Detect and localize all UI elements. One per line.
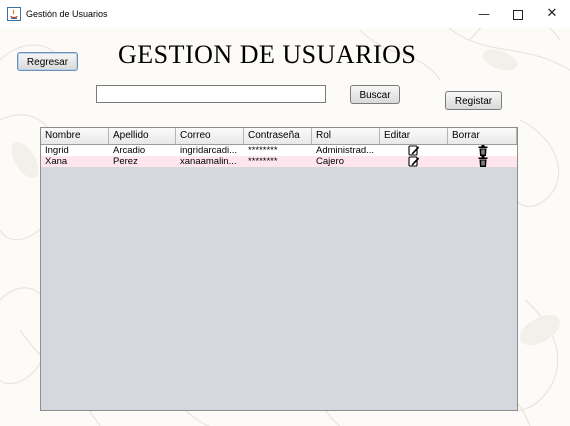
title-bar: Gestión de Usuarios — ✕ xyxy=(0,0,570,28)
back-button[interactable]: Regresar xyxy=(17,52,78,71)
column-header-rol[interactable]: Rol xyxy=(312,128,380,144)
search-input[interactable] xyxy=(96,85,326,103)
table-row[interactable]: Ingrid Arcadio ingridarcadi... ******** … xyxy=(41,145,517,156)
search-button[interactable]: Buscar xyxy=(350,85,400,104)
edit-cell[interactable] xyxy=(380,145,448,156)
cell-contrasena: ******** xyxy=(248,156,278,167)
column-header-editar[interactable]: Editar xyxy=(380,128,448,144)
close-icon: ✕ xyxy=(546,6,558,21)
cell-apellido: Arcadio xyxy=(113,145,146,156)
edit-icon[interactable] xyxy=(408,145,420,156)
column-header-apellido[interactable]: Apellido xyxy=(109,128,176,144)
cell-correo: ingridarcadi... xyxy=(180,145,238,156)
table-header: Nombre Apellido Correo Contraseña Rol Ed… xyxy=(41,128,517,145)
page-title: GESTION DE USUARIOS xyxy=(118,40,417,69)
cell-nombre: Ingrid xyxy=(45,145,69,156)
cell-rol: Administrad... xyxy=(316,145,375,156)
minimize-icon: — xyxy=(478,7,490,21)
trash-icon[interactable] xyxy=(478,156,488,167)
java-app-icon xyxy=(7,7,21,21)
minimize-button[interactable]: — xyxy=(466,0,502,28)
cell-apellido: Perez xyxy=(113,156,138,167)
delete-cell[interactable] xyxy=(448,145,517,156)
cell-rol: Cajero xyxy=(316,156,344,167)
table-row[interactable]: Xana Perez xanaamalin... ******** Cajero xyxy=(41,156,517,167)
close-button[interactable]: ✕ xyxy=(534,0,570,28)
delete-cell[interactable] xyxy=(448,156,517,167)
app-window: Gestión de Usuarios — ✕ Regresar GESTION… xyxy=(0,0,570,426)
cell-contrasena: ******** xyxy=(248,145,278,156)
column-header-nombre[interactable]: Nombre xyxy=(41,128,109,144)
window-title: Gestión de Usuarios xyxy=(26,9,108,19)
register-button[interactable]: Registar xyxy=(445,91,502,110)
column-header-contrasena[interactable]: Contraseña xyxy=(244,128,312,144)
cell-correo: xanaamalin... xyxy=(180,156,237,167)
column-header-correo[interactable]: Correo xyxy=(176,128,244,144)
edit-cell[interactable] xyxy=(380,156,448,167)
maximize-icon xyxy=(513,10,523,20)
edit-icon[interactable] xyxy=(408,156,420,167)
column-header-borrar[interactable]: Borrar xyxy=(448,128,517,144)
users-table: Nombre Apellido Correo Contraseña Rol Ed… xyxy=(40,127,518,411)
cell-nombre: Xana xyxy=(45,156,68,167)
trash-icon[interactable] xyxy=(478,145,488,156)
maximize-button[interactable] xyxy=(500,0,536,28)
